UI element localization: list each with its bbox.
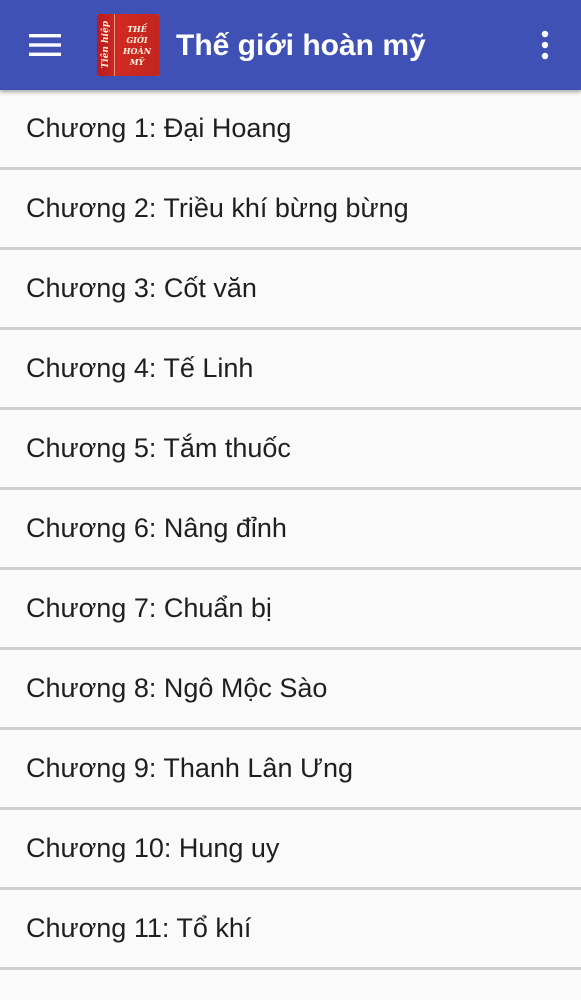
- hamburger-icon: [29, 34, 61, 56]
- chapter-title: Chương 7: Chuẩn bị: [26, 593, 272, 623]
- logo-side-text: Tiên hiệp: [100, 21, 111, 69]
- logo-line: THẾ: [127, 24, 147, 34]
- chapter-title: Chương 11: Tổ khí: [26, 913, 252, 943]
- app-bar: Tiên hiệp THẾ GIỚI HOÀN MỸ Thế giới hoàn…: [0, 0, 581, 90]
- chapter-title: Chương 8: Ngô Mộc Sào: [26, 673, 328, 703]
- list-item[interactable]: Chương 2: Triều khí bừng bừng: [0, 170, 581, 250]
- logo-line: HOÀN: [122, 46, 152, 56]
- logo-line: MỸ: [129, 57, 145, 67]
- list-item[interactable]: Chương 5: Tắm thuốc: [0, 410, 581, 490]
- logo-line: GIỚI: [126, 35, 148, 45]
- more-vert-icon: [541, 30, 549, 60]
- chapter-title: Chương 10: Hung uy: [26, 833, 280, 863]
- chapter-list[interactable]: Chương 1: Đại Hoang Chương 2: Triều khí …: [0, 90, 581, 1000]
- list-item[interactable]: Chương 4: Tế Linh: [0, 330, 581, 410]
- page-title: Thế giới hoàn mỹ: [176, 29, 426, 62]
- chapter-title: Chương 6: Nâng đỉnh: [26, 513, 287, 543]
- chapter-title: Chương 2: Triều khí bừng bừng: [26, 193, 409, 223]
- list-item[interactable]: Chương 9: Thanh Lân Ưng: [0, 730, 581, 810]
- chapter-title: Chương 5: Tắm thuốc: [26, 433, 291, 463]
- chapter-title: Chương 4: Tế Linh: [26, 353, 254, 383]
- list-item[interactable]: Chương 6: Nâng đỉnh: [0, 490, 581, 570]
- list-item[interactable]: Chương 11: Tổ khí: [0, 890, 581, 970]
- chapter-title: Chương 1: Đại Hoang: [26, 113, 292, 143]
- chapter-title: Chương 3: Cốt văn: [26, 273, 257, 303]
- app-logo: Tiên hiệp THẾ GIỚI HOÀN MỸ: [97, 14, 159, 76]
- list-item[interactable]: Chương 8: Ngô Mộc Sào: [0, 650, 581, 730]
- chapter-title: Chương 9: Thanh Lân Ưng: [26, 753, 354, 783]
- list-item[interactable]: Chương 3: Cốt văn: [0, 250, 581, 330]
- more-options-button[interactable]: [525, 22, 565, 68]
- list-item[interactable]: Chương 10: Hung uy: [0, 810, 581, 890]
- menu-button[interactable]: [18, 22, 72, 68]
- list-item[interactable]: Chương 1: Đại Hoang: [0, 90, 581, 170]
- list-item[interactable]: Chương 7: Chuẩn bị: [0, 570, 581, 650]
